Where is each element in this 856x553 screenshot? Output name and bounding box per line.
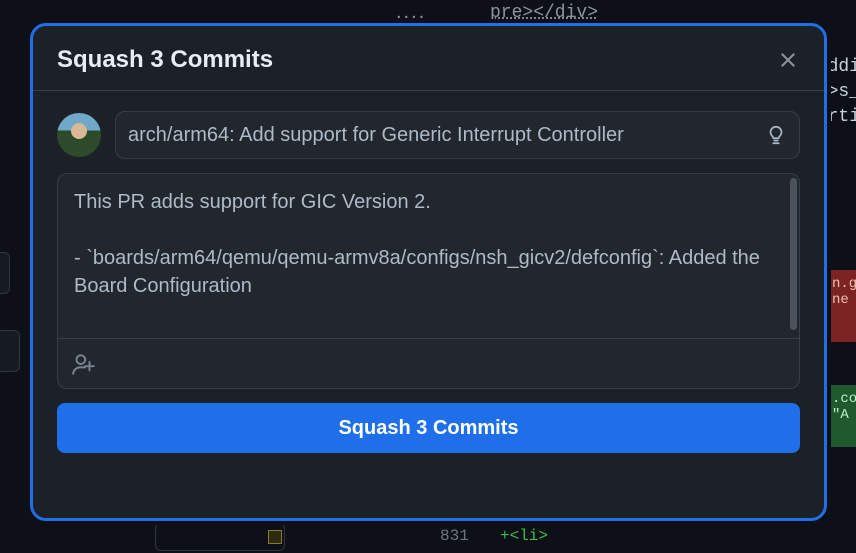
close-button[interactable] <box>776 48 800 72</box>
close-icon <box>778 50 798 70</box>
commit-summary-input[interactable]: arch/arm64: Add support for Generic Inte… <box>115 111 800 159</box>
bg-code-word: ne <box>832 292 849 308</box>
bg-line-number: 831 <box>440 527 469 545</box>
person-add-icon <box>70 351 96 377</box>
bg-added-line: +<li> <box>500 527 548 545</box>
dialog-body: arch/arm64: Add support for Generic Inte… <box>33 91 824 518</box>
commit-description-container: This PR adds support for GIC Version 2. … <box>57 173 800 389</box>
bg-code-word: .co <box>832 391 856 407</box>
bg-code-fragment-right: ddi >s_ rti <box>828 55 856 131</box>
commit-summary-text: arch/arm64: Add support for Generic Inte… <box>128 124 757 147</box>
add-coauthor-button[interactable] <box>58 338 799 388</box>
desc-line: This PR adds support for GIC Version 2. <box>74 191 431 213</box>
bg-diff-added: .co "A <box>830 385 856 447</box>
bg-code-word: "A <box>832 407 849 423</box>
dialog-header: Squash 3 Commits <box>33 26 824 91</box>
bg-file-chip <box>155 523 285 551</box>
bg-ellipsis: .... <box>396 1 426 24</box>
bg-panel-stub: s <box>0 330 20 372</box>
bg-code-word: >s_ <box>828 82 856 102</box>
bg-diff-removed: n.g ne <box>830 270 856 342</box>
bg-code-word: rti <box>828 107 856 127</box>
dialog-title: Squash 3 Commits <box>57 46 273 74</box>
submit-button-label: Squash 3 Commits <box>338 417 518 440</box>
author-avatar[interactable] <box>57 113 101 157</box>
lightbulb-icon[interactable] <box>765 124 787 146</box>
bg-code-word: ddi <box>828 57 856 77</box>
squash-commits-submit-button[interactable]: Squash 3 Commits <box>57 403 800 453</box>
desc-line: - `boards/arm64/qemu/qemu-armv8a/configs… <box>74 247 760 297</box>
commit-summary-row: arch/arm64: Add support for Generic Inte… <box>57 111 800 159</box>
bg-panel-stub <box>0 252 10 294</box>
commit-description-textarea[interactable]: This PR adds support for GIC Version 2. … <box>58 174 799 338</box>
bg-code-fragment: pre></div> <box>490 3 598 23</box>
bg-code-word: n.g <box>832 276 856 292</box>
squash-commits-dialog: Squash 3 Commits arch/arm64: Add support… <box>30 23 827 521</box>
